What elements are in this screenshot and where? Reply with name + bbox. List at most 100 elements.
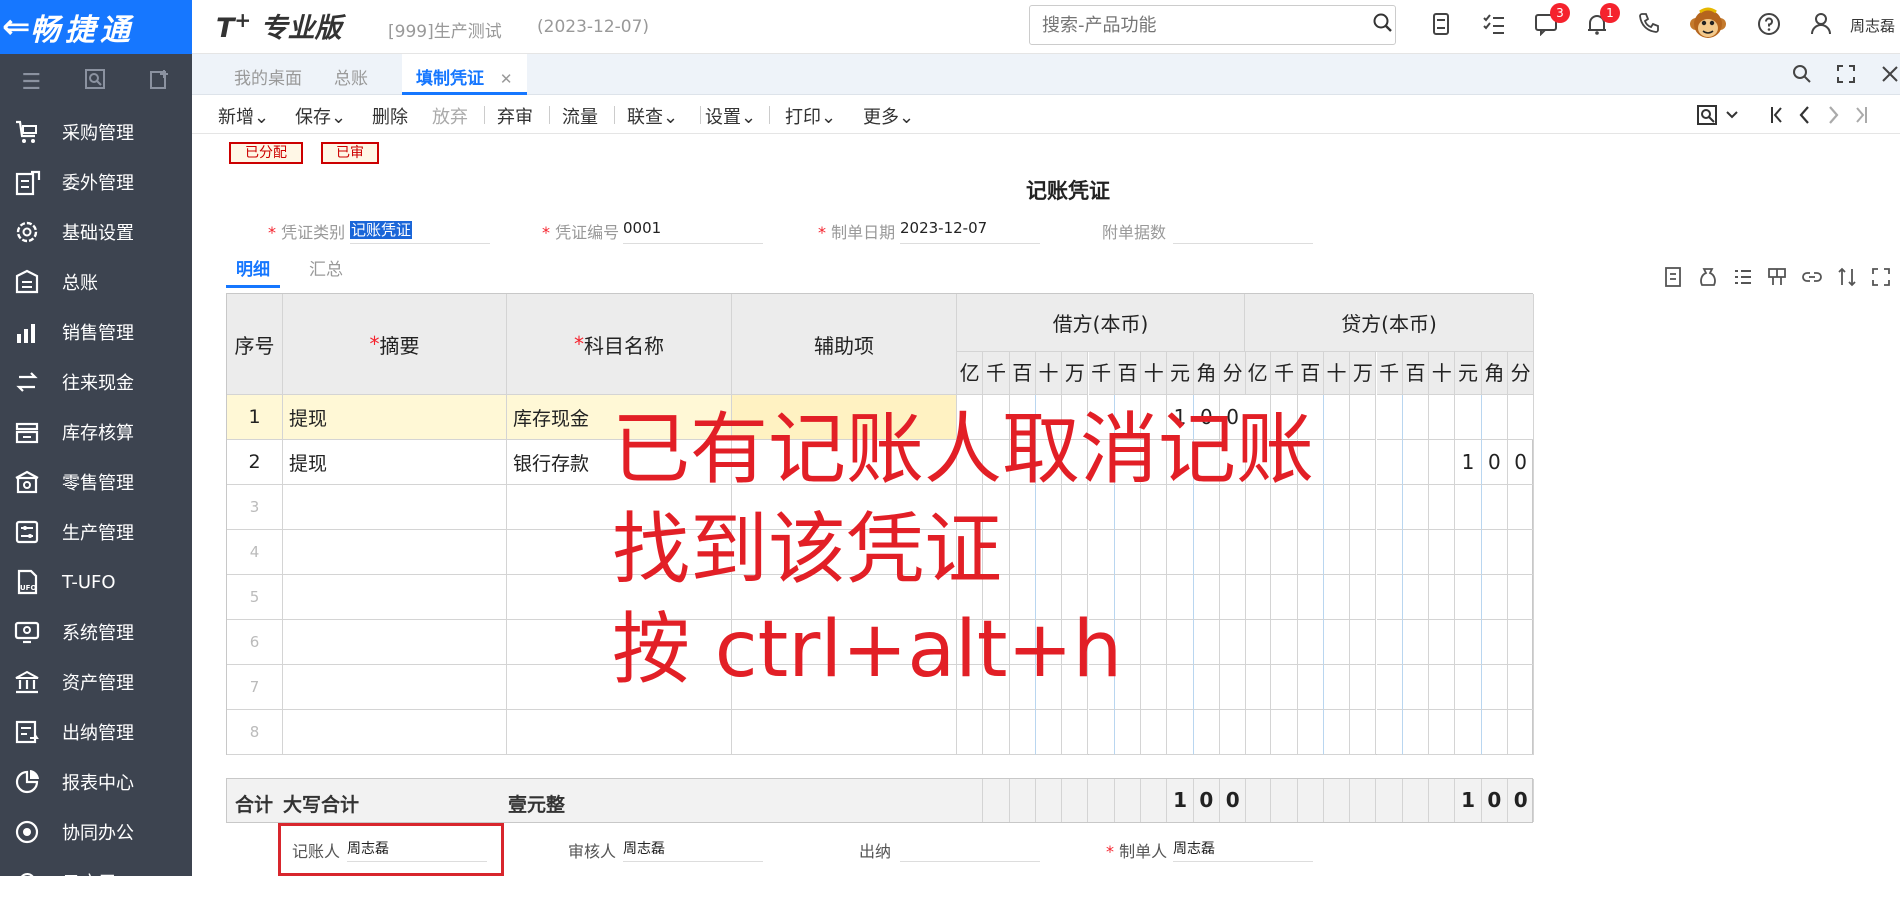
row-subject[interactable]	[507, 710, 732, 755]
search-input[interactable]	[1029, 5, 1396, 45]
header-credit: 贷方(本币)	[1245, 294, 1534, 352]
header-digit: 十	[1429, 352, 1456, 395]
discard-button[interactable]: 放弃	[432, 103, 468, 129]
previous-record-icon[interactable]	[1796, 104, 1814, 130]
link-icon[interactable]	[1801, 266, 1823, 292]
voucher-date-field[interactable]: 2023-12-07	[900, 219, 1040, 244]
amount-digit	[1455, 620, 1482, 665]
monkey-avatar-icon[interactable]	[1688, 4, 1728, 48]
phone-icon[interactable]	[1638, 12, 1660, 38]
sort-icon[interactable]	[1836, 266, 1858, 292]
row-summary[interactable]: 提现	[283, 395, 507, 440]
tab-voucher-entry[interactable]: 填制凭证 ✕	[402, 54, 527, 95]
assigned-stamp: 已分配	[229, 142, 303, 164]
header-digit: 亿	[1245, 352, 1272, 395]
row-summary[interactable]	[283, 485, 507, 530]
flow-button[interactable]: 流量	[562, 103, 598, 129]
sidebar-item[interactable]: 销售管理	[0, 307, 192, 357]
total-digit	[1010, 779, 1036, 822]
sidebar-item[interactable]: 往来现金	[0, 357, 192, 407]
sidebar-tools: ☰	[0, 62, 192, 102]
tab-search-icon[interactable]	[1792, 64, 1812, 88]
row-seq: 7	[227, 665, 283, 710]
row-summary[interactable]: 提现	[283, 440, 507, 485]
row-summary[interactable]	[283, 530, 507, 575]
amount-digit	[1141, 710, 1168, 755]
total-digit	[1062, 779, 1089, 822]
sidebar-item[interactable]: 资产管理	[0, 657, 192, 707]
insert-row-icon[interactable]	[1662, 266, 1684, 292]
row-summary[interactable]	[283, 575, 507, 620]
new-button[interactable]: 新增⌄	[218, 103, 269, 129]
sidebar-item-label: 销售管理	[62, 323, 134, 344]
total-digit: 0	[1194, 779, 1220, 822]
close-page-icon[interactable]	[1880, 64, 1900, 88]
last-record-icon[interactable]	[1852, 104, 1870, 130]
checklist-icon[interactable]	[1482, 12, 1506, 40]
sidebar-item[interactable]: 总账	[0, 257, 192, 307]
pie-report-icon	[12, 767, 42, 797]
fullscreen-icon[interactable]	[1836, 64, 1856, 88]
voucher-type-field[interactable]: 记账凭证	[350, 219, 490, 244]
amount-digit: 0	[1481, 440, 1508, 485]
row-summary[interactable]	[283, 665, 507, 710]
sidebar-item[interactable]: 云应用	[0, 857, 192, 907]
help-icon[interactable]	[1757, 12, 1781, 40]
row-summary[interactable]	[283, 710, 507, 755]
attachments-field[interactable]	[1173, 219, 1313, 244]
list-check-icon[interactable]	[1732, 266, 1754, 292]
expand-grid-icon[interactable]	[1870, 266, 1892, 292]
ufo-icon: UFO	[12, 567, 42, 597]
subtab-detail[interactable]: 明细	[226, 255, 280, 288]
sidebar-item[interactable]: 采购管理	[0, 107, 192, 157]
subtab-summary[interactable]: 汇总	[309, 255, 343, 280]
transfer-icon	[12, 367, 42, 397]
tab-desk[interactable]: 我的桌面	[234, 64, 302, 89]
sidebar-item[interactable]: 系统管理	[0, 607, 192, 657]
settings-button[interactable]: 设置⌄	[705, 103, 756, 129]
amount-digit	[1350, 530, 1377, 575]
next-record-icon[interactable]	[1824, 104, 1842, 130]
sidebar-item[interactable]: 基础设置	[0, 207, 192, 257]
row-aux[interactable]	[732, 710, 957, 755]
link-query-button[interactable]: 联查⌄	[627, 103, 678, 129]
sidebar-item[interactable]: 委外管理	[0, 157, 192, 207]
header-digit: 十	[1141, 352, 1168, 395]
sidebar-item[interactable]: 生产管理	[0, 507, 192, 557]
more-button[interactable]: 更多⌄	[863, 103, 914, 129]
calculator-icon[interactable]	[1430, 12, 1452, 40]
user-icon[interactable]	[1810, 12, 1832, 40]
header-digit: 亿	[957, 352, 984, 395]
chevron-down-icon[interactable]	[1724, 104, 1740, 130]
menu-icon[interactable]: ☰	[21, 70, 41, 95]
sidebar-item[interactable]: 零售管理	[0, 457, 192, 507]
first-record-icon[interactable]	[1768, 104, 1786, 130]
delete-button[interactable]: 删除	[372, 103, 408, 129]
search-icon[interactable]	[1372, 12, 1394, 38]
add-app-icon[interactable]	[149, 68, 171, 96]
save-button[interactable]: 保存⌄	[295, 103, 346, 129]
sidebar-item[interactable]: 库存核算	[0, 407, 192, 457]
query-voucher-icon[interactable]	[1696, 104, 1718, 130]
unaudit-button[interactable]: 弃审	[497, 103, 533, 129]
money-bag-icon[interactable]	[1697, 266, 1719, 292]
toolbar-divider	[614, 106, 615, 124]
layout-icon[interactable]	[1766, 266, 1788, 292]
sidebar-item[interactable]: 报表中心	[0, 757, 192, 807]
amount-digit	[1481, 710, 1508, 755]
close-tab-icon[interactable]: ✕	[500, 70, 513, 88]
brand-logo[interactable]: ⇐ 畅捷通	[0, 0, 192, 54]
user-name[interactable]: 周志磊	[1850, 15, 1895, 36]
tab-ledger[interactable]: 总账	[334, 64, 368, 89]
collapse-arrow-icon[interactable]: ⇐	[2, 7, 31, 47]
print-button[interactable]: 打印⌄	[785, 103, 836, 129]
sidebar-item[interactable]: 出纳管理	[0, 707, 192, 757]
sidebar-item[interactable]: UFO T-UFO	[0, 557, 192, 607]
sidebar-item[interactable]: 协同办公	[0, 807, 192, 857]
retail-icon	[12, 467, 42, 497]
search-app-icon[interactable]	[84, 68, 106, 96]
voucher-no-field[interactable]: 0001	[623, 219, 763, 244]
amount-digit	[1508, 530, 1535, 575]
row-summary[interactable]	[283, 620, 507, 665]
total-digit	[1141, 779, 1168, 822]
